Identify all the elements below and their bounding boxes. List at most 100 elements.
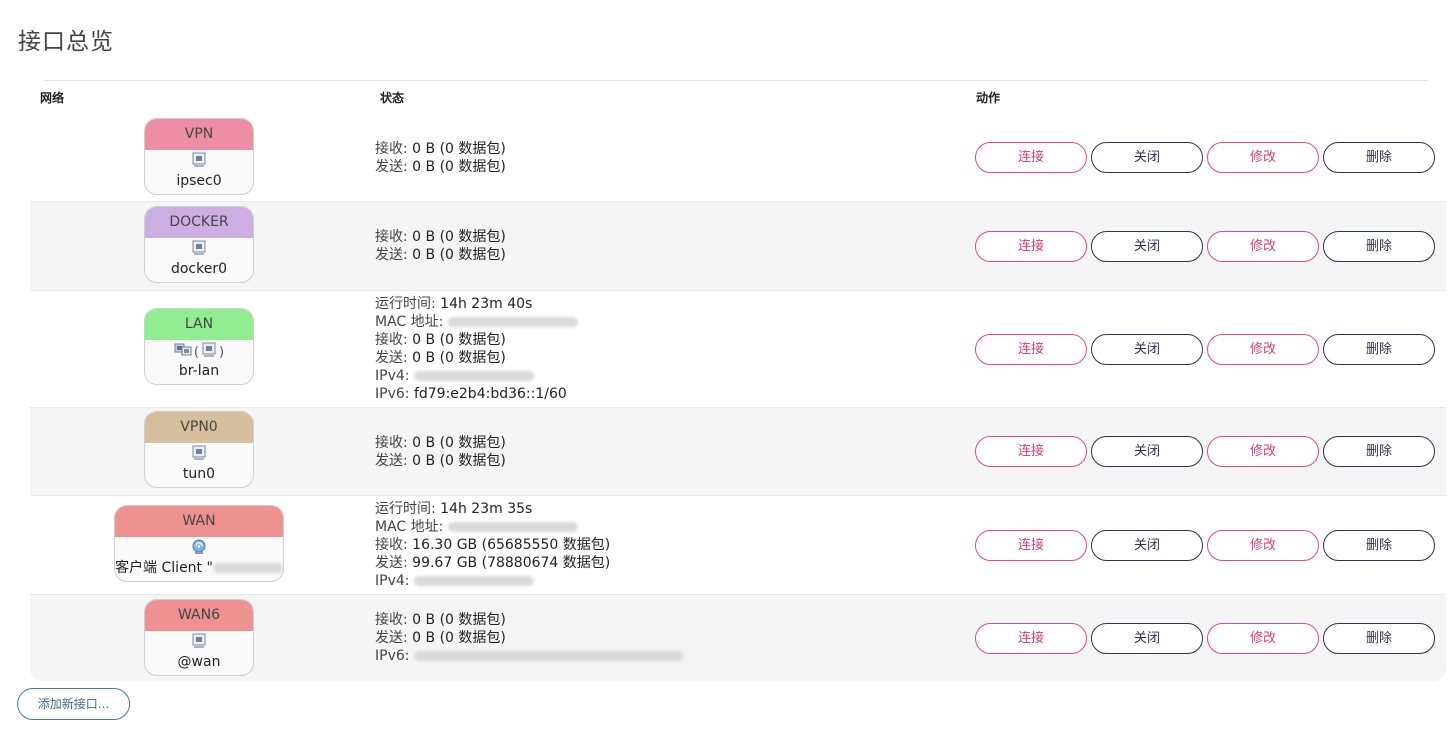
stop-button[interactable]: 关闭 <box>1091 231 1203 262</box>
ethernet-port-icon <box>191 445 207 465</box>
status-value: fd79:e2b4:bd36::1/60 <box>413 386 567 402</box>
status-line: IPv6: fd79:e2b4:bd36::1/60 <box>375 385 578 403</box>
status-line: 发送: 0 B (0 数据包) <box>375 349 578 367</box>
device-name: br-lan <box>178 363 220 379</box>
status-value: 0 B (0 数据包) <box>412 247 506 263</box>
status-label: 接收: <box>375 612 413 628</box>
status-line: MAC 地址: <box>375 518 610 536</box>
bracket-close: ) <box>219 344 225 360</box>
redacted-value <box>413 576 534 586</box>
redacted-value <box>212 563 283 573</box>
table-row: WAN6 @wan 接收: 0 B (0 数据包) 发送: 0 B (0 数据包) IP… <box>30 595 1446 681</box>
interface-status: 接收: 0 B (0 数据包) 发送: 0 B (0 数据包) IPv6: <box>375 611 684 665</box>
device-name: tun0 <box>182 466 216 482</box>
connect-button[interactable]: 连接 <box>975 530 1087 561</box>
add-interface-button[interactable]: 添加新接口... <box>17 688 130 720</box>
interface-name: LAN <box>145 309 253 340</box>
edit-button[interactable]: 修改 <box>1207 334 1319 365</box>
status-value: 0 B (0 数据包) <box>412 141 506 157</box>
status-value: 0 B (0 数据包) <box>412 435 506 451</box>
connect-button[interactable]: 连接 <box>975 436 1087 467</box>
interface-status: 运行时间: 14h 23m 40s MAC 地址: 接收: 0 B (0 数据包)… <box>375 295 578 403</box>
edit-button[interactable]: 修改 <box>1207 623 1319 654</box>
interfaces-table: VPN ipsec0 接收: 0 B (0 数据包) 发送: 0 B (0 数据包) 连… <box>30 114 1446 681</box>
status-value: 16.30 GB (65685550 数据包) <box>412 537 611 553</box>
status-line: 接收: 0 B (0 数据包) <box>375 140 506 158</box>
interface-badge: VPN0 tun0 <box>144 411 254 488</box>
status-value: 0 B (0 数据包) <box>412 630 506 646</box>
delete-button[interactable]: 删除 <box>1323 334 1435 365</box>
redacted-value <box>413 651 684 661</box>
status-line: 发送: 0 B (0 数据包) <box>375 158 506 176</box>
status-value: 14h 23m 35s <box>440 501 533 517</box>
status-line: 发送: 99.67 GB (78880674 数据包) <box>375 554 610 572</box>
status-label: 运行时间: <box>375 501 441 517</box>
delete-button[interactable]: 删除 <box>1323 530 1435 561</box>
table-header: 网络 状态 动作 <box>30 84 1446 115</box>
delete-button[interactable]: 删除 <box>1323 231 1435 262</box>
bracket-open: ( <box>193 344 199 360</box>
edit-button[interactable]: 修改 <box>1207 142 1319 173</box>
column-header-status: 状态 <box>380 91 405 105</box>
interface-badge: VPN ipsec0 <box>144 118 254 195</box>
status-label: IPv4: <box>375 368 414 384</box>
connect-button[interactable]: 连接 <box>975 142 1087 173</box>
stop-button[interactable]: 关闭 <box>1091 530 1203 561</box>
interface-name: WAN <box>115 506 283 537</box>
redacted-value <box>413 371 534 381</box>
status-label: 接收: <box>375 332 413 348</box>
delete-button[interactable]: 删除 <box>1323 142 1435 173</box>
status-line: 接收: 0 B (0 数据包) <box>375 434 506 452</box>
edit-button[interactable]: 修改 <box>1207 530 1319 561</box>
status-label: IPv6: <box>375 386 414 402</box>
status-label: MAC 地址: <box>375 314 448 330</box>
status-value: 99.67 GB (78880674 数据包) <box>412 555 611 571</box>
row-actions: 连接 关闭 修改 删除 <box>975 231 1435 262</box>
ethernet-port-icon <box>191 240 207 260</box>
delete-button[interactable]: 删除 <box>1323 436 1435 467</box>
connect-button[interactable]: 连接 <box>975 623 1087 654</box>
redacted-value <box>447 317 578 327</box>
status-line: 接收: 0 B (0 数据包) <box>375 331 578 349</box>
status-label: MAC 地址: <box>375 519 448 535</box>
status-line: 发送: 0 B (0 数据包) <box>375 452 506 470</box>
connect-button[interactable]: 连接 <box>975 231 1087 262</box>
status-label: 接收: <box>375 435 413 451</box>
ethernet-port-icon <box>191 152 207 172</box>
wireless-icon <box>190 538 208 560</box>
status-line: MAC 地址: <box>375 313 578 331</box>
device-name: ipsec0 <box>176 173 222 189</box>
status-line: IPv4: <box>375 367 578 385</box>
column-header-network: 网络 <box>40 91 65 105</box>
status-value: 14h 23m 40s <box>440 296 533 312</box>
row-actions: 连接 关闭 修改 删除 <box>975 334 1435 365</box>
status-value: 0 B (0 数据包) <box>412 453 506 469</box>
stop-button[interactable]: 关闭 <box>1091 436 1203 467</box>
status-label: 运行时间: <box>375 296 441 312</box>
status-label: 发送: <box>375 159 413 175</box>
interface-name: VPN0 <box>145 412 253 443</box>
interface-badge: WAN6 @wan <box>144 599 254 676</box>
status-line: 运行时间: 14h 23m 40s <box>375 295 578 313</box>
interface-badge: WAN 客户端 Client " <box>114 505 284 582</box>
redacted-value <box>447 522 578 532</box>
bridge-icon <box>174 342 192 362</box>
row-actions: 连接 关闭 修改 删除 <box>975 142 1435 173</box>
connect-button[interactable]: 连接 <box>975 334 1087 365</box>
stop-button[interactable]: 关闭 <box>1091 334 1203 365</box>
stop-button[interactable]: 关闭 <box>1091 142 1203 173</box>
table-row: WAN 客户端 Client " 运行时间: 14h 23m 35s MAC 地址: … <box>30 496 1446 595</box>
status-value: 0 B (0 数据包) <box>412 612 506 628</box>
row-actions: 连接 关闭 修改 删除 <box>975 530 1435 561</box>
interface-status: 接收: 0 B (0 数据包) 发送: 0 B (0 数据包) <box>375 140 506 176</box>
status-value: 0 B (0 数据包) <box>412 332 506 348</box>
status-label: 发送: <box>375 350 413 366</box>
status-label: IPv6: <box>375 648 414 664</box>
delete-button[interactable]: 删除 <box>1323 623 1435 654</box>
interface-name: WAN6 <box>145 600 253 631</box>
interface-status: 接收: 0 B (0 数据包) 发送: 0 B (0 数据包) <box>375 228 506 264</box>
edit-button[interactable]: 修改 <box>1207 231 1319 262</box>
stop-button[interactable]: 关闭 <box>1091 623 1203 654</box>
status-label: 接收: <box>375 229 413 245</box>
edit-button[interactable]: 修改 <box>1207 436 1319 467</box>
